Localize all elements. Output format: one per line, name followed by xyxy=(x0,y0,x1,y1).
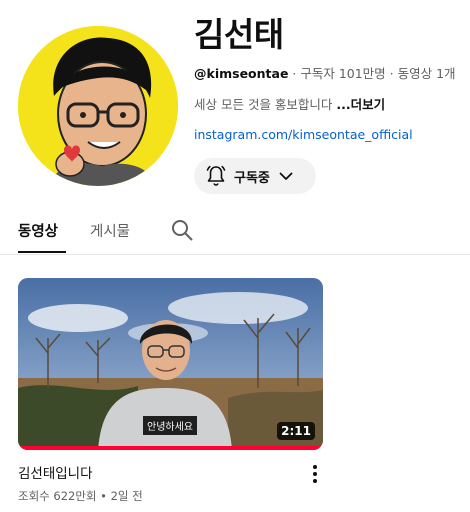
duration-badge: 2:11 xyxy=(277,422,315,440)
video-thumbnail[interactable]: 안녕하세요 2:11 xyxy=(18,278,323,450)
tab-posts[interactable]: 게시물 xyxy=(90,220,130,241)
chevron-down-icon xyxy=(279,172,293,180)
bell-icon xyxy=(206,165,226,186)
watch-progress-bar xyxy=(18,446,323,450)
channel-tabs: 동영상 게시물 xyxy=(0,208,470,255)
channel-handle: @kimseontae xyxy=(194,66,289,81)
channel-avatar[interactable] xyxy=(18,26,178,186)
channel-description[interactable]: 세상 모든 것을 홍보합니다 ...더보기 xyxy=(194,94,385,113)
active-tab-indicator xyxy=(18,251,66,253)
channel-name: 김선태 xyxy=(194,15,284,54)
search-icon[interactable] xyxy=(170,218,194,242)
description-text: 세상 모든 것을 홍보합니다 xyxy=(194,97,337,112)
tab-videos[interactable]: 동영상 xyxy=(18,220,58,241)
channel-stats: · 구독자 101만명 · 동영상 1개 xyxy=(288,66,456,81)
more-options-icon[interactable] xyxy=(305,462,325,486)
video-meta: 조회수 622만회 • 2일 전 xyxy=(18,489,143,503)
subscribed-label: 구독중 xyxy=(234,170,270,186)
subscribed-button[interactable]: 구독중 xyxy=(194,158,316,194)
video-caption: 안녕하세요 xyxy=(143,416,197,435)
channel-link[interactable]: instagram.com/kimseontae_official xyxy=(194,127,413,142)
avatar-illustration xyxy=(18,26,178,186)
video-title[interactable]: 김선태입니다 xyxy=(18,462,93,482)
channel-meta: @kimseontae · 구독자 101만명 · 동영상 1개 xyxy=(194,63,456,82)
more-link[interactable]: ...더보기 xyxy=(336,97,385,112)
